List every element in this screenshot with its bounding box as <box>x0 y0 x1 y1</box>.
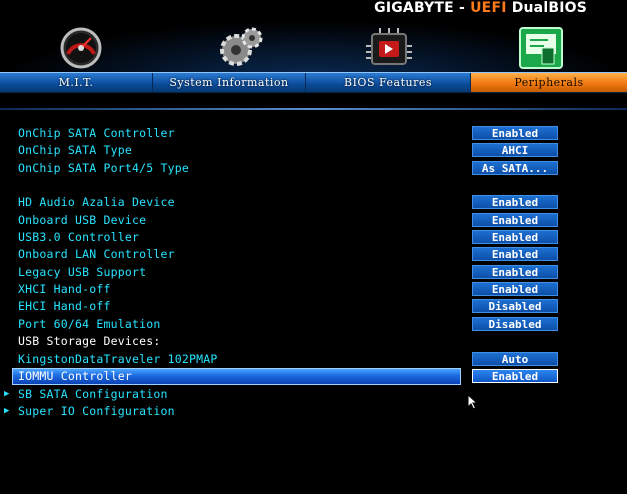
gears-icon[interactable] <box>214 24 268 70</box>
setting-row-onboard-usb[interactable]: Onboard USB Device Enabled <box>0 212 627 229</box>
setting-value[interactable]: Enabled <box>472 265 558 279</box>
tab-mit[interactable]: M.I.T. <box>0 73 153 92</box>
setting-row-ehci-handoff[interactable]: EHCI Hand-off Disabled <box>0 298 627 315</box>
setting-row-iommu-controller[interactable]: IOMMU Controller Enabled <box>0 368 627 385</box>
submenu-super-io-configuration[interactable]: ▶ Super IO Configuration <box>0 403 627 420</box>
setting-row-kingston-usb[interactable]: KingstonDataTraveler 102PMAP Auto <box>0 351 627 368</box>
brand-separator: - <box>453 0 471 16</box>
setting-row-legacy-usb[interactable]: Legacy USB Support Enabled <box>0 264 627 281</box>
brand-product: DualBIOS <box>506 0 587 16</box>
setting-value[interactable]: Enabled <box>472 213 558 227</box>
setting-row-onchip-sata-type[interactable]: OnChip SATA Type AHCI <box>0 142 627 159</box>
setting-row-port-6064-emulation[interactable]: Port 60/64 Emulation Disabled <box>0 316 627 333</box>
setting-label: Onboard USB Device <box>18 213 147 227</box>
speedometer-icon[interactable] <box>54 24 108 70</box>
submenu-label: Super IO Configuration <box>18 404 175 418</box>
submenu-arrow-icon: ▶ <box>4 389 10 399</box>
setting-label: EHCI Hand-off <box>18 299 111 313</box>
tab-bar: M.I.T. System Information BIOS Features … <box>0 72 627 93</box>
setting-label: OnChip SATA Port4/5 Type <box>18 161 189 175</box>
setting-value[interactable]: Enabled <box>472 282 558 296</box>
setting-label: OnChip SATA Type <box>18 143 132 157</box>
section-heading-usb-storage: USB Storage Devices: <box>0 333 627 350</box>
setting-value[interactable]: Enabled <box>472 247 558 261</box>
peripherals-card-icon[interactable] <box>514 24 568 70</box>
setting-label: XHCI Hand-off <box>18 282 111 296</box>
setting-label: OnChip SATA Controller <box>18 126 175 140</box>
setting-value[interactable]: Auto <box>472 352 558 366</box>
bios-screen: GIGABYTE - UEFI DualBIOS M.I.T. System I… <box>0 0 627 494</box>
setting-value[interactable]: Enabled <box>472 230 558 244</box>
submenu-sb-sata-configuration[interactable]: ▶ SB SATA Configuration <box>0 386 627 403</box>
setting-row-usb3-controller[interactable]: USB3.0 Controller Enabled <box>0 229 627 246</box>
mouse-pointer-icon <box>467 394 479 410</box>
tab-bios-features[interactable]: BIOS Features <box>306 73 471 92</box>
setting-row-hd-audio[interactable]: HD Audio Azalia Device Enabled <box>0 194 627 211</box>
setting-label: USB3.0 Controller <box>18 230 140 244</box>
setting-value[interactable]: Disabled <box>472 317 558 331</box>
brand-name: GIGABYTE <box>374 0 454 16</box>
submenu-arrow-icon: ▶ <box>4 406 10 416</box>
setting-value[interactable]: Enabled <box>472 126 558 140</box>
setting-value[interactable]: Enabled <box>472 195 558 209</box>
brand-product-accent: UEFI <box>470 0 507 16</box>
setting-row-onboard-lan[interactable]: Onboard LAN Controller Enabled <box>0 246 627 263</box>
setting-value[interactable]: As SATA... <box>472 161 558 175</box>
tab-system-information[interactable]: System Information <box>153 73 306 92</box>
setting-label: KingstonDataTraveler 102PMAP <box>18 352 218 366</box>
setting-row-xhci-handoff[interactable]: XHCI Hand-off Enabled <box>0 281 627 298</box>
setting-value[interactable]: AHCI <box>472 143 558 157</box>
header-divider <box>0 108 627 110</box>
tab-peripherals[interactable]: Peripherals <box>471 73 627 92</box>
setting-value[interactable]: Disabled <box>472 299 558 313</box>
setting-label: IOMMU Controller <box>18 369 132 383</box>
setting-value[interactable]: Enabled <box>472 369 558 383</box>
chip-icon[interactable] <box>362 24 416 70</box>
setting-label: Legacy USB Support <box>18 265 147 279</box>
setting-label: Port 60/64 Emulation <box>18 317 161 331</box>
setting-row-onchip-sata-port45-type[interactable]: OnChip SATA Port4/5 Type As SATA... <box>0 160 627 177</box>
setting-row-onchip-sata-controller[interactable]: OnChip SATA Controller Enabled <box>0 125 627 142</box>
section-label: USB Storage Devices: <box>18 334 161 348</box>
setting-label: HD Audio Azalia Device <box>18 195 175 209</box>
submenu-label: SB SATA Configuration <box>18 387 168 401</box>
setting-label: Onboard LAN Controller <box>18 247 175 261</box>
brand-title: GIGABYTE - UEFI DualBIOS <box>374 0 587 18</box>
